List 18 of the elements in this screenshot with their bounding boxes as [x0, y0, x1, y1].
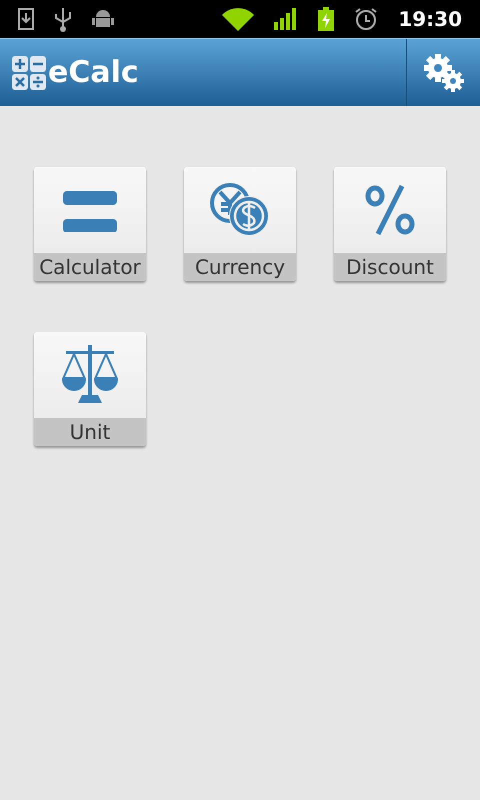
percent-icon [364, 184, 416, 236]
usb-icon [54, 6, 72, 32]
settings-icon [422, 52, 464, 92]
feature-tile[interactable]: Unit [34, 332, 146, 446]
signal-icon [274, 8, 298, 30]
app-title: eCalc [48, 54, 139, 92]
download-icon [18, 8, 34, 30]
android-icon [92, 8, 114, 30]
scales-icon [60, 345, 120, 405]
wifi-icon [222, 7, 254, 31]
battery-icon [318, 7, 334, 31]
feature-tile[interactable]: Discount [334, 167, 446, 281]
feature-tile[interactable]: Currency [184, 167, 296, 281]
feature-tile[interactable]: Calculator [34, 167, 146, 281]
clock-time: 19:30 [398, 6, 462, 33]
calculator-logo-icon [12, 56, 46, 90]
equals-icon [62, 188, 118, 232]
alarm-clock-icon [354, 7, 378, 31]
